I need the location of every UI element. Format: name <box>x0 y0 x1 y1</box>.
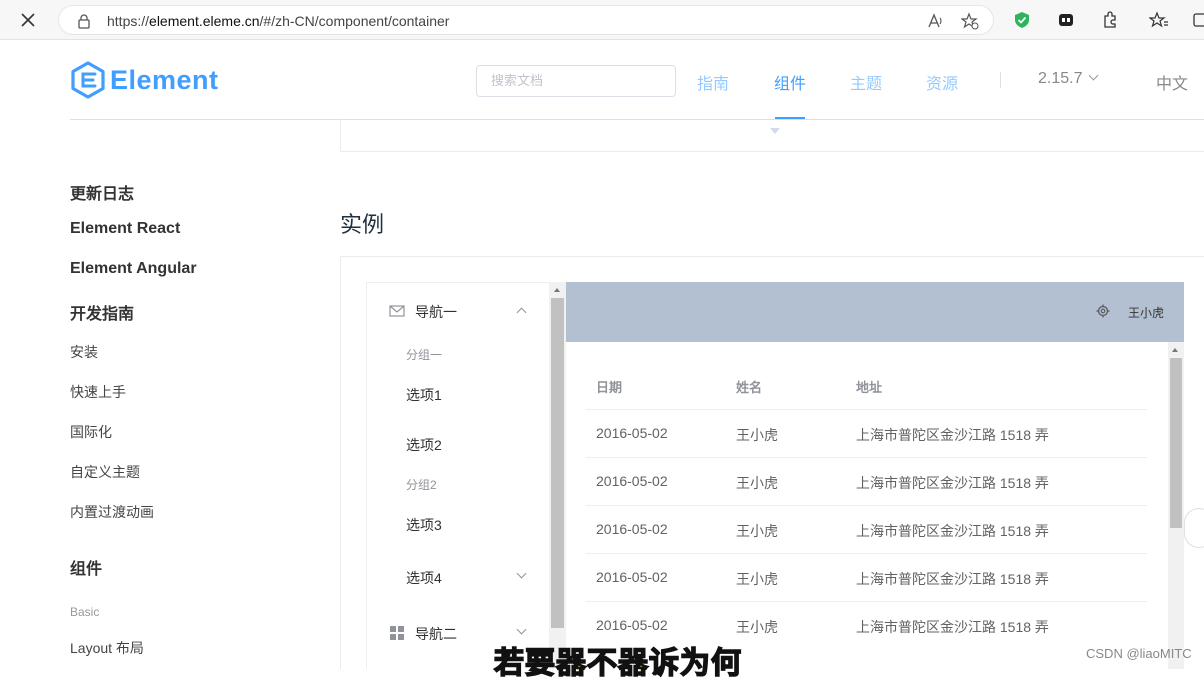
scroll-up-arrow-icon[interactable] <box>554 288 560 292</box>
cell-date: 2016-05-02 <box>596 425 668 441</box>
video-caption: 若要器不器诉为何 <box>493 646 742 681</box>
site-logo[interactable]: Element <box>70 61 219 99</box>
main-scroll-thumb[interactable] <box>1170 358 1182 528</box>
menu-item-option3[interactable]: 选项3 <box>406 515 442 535</box>
favorites-icon[interactable] <box>1149 10 1169 30</box>
sidebar-item-i18n[interactable]: 国际化 <box>70 422 112 442</box>
close-icon[interactable] <box>18 10 38 30</box>
submenu-option4[interactable]: 选项4 <box>406 568 442 588</box>
sidebar-item-element-react[interactable]: Element React <box>70 220 180 238</box>
collections-icon[interactable] <box>1192 10 1204 30</box>
element-logo-icon <box>71 61 105 99</box>
column-header-address: 地址 <box>856 380 883 395</box>
extensions-icon[interactable] <box>1100 10 1120 30</box>
cell-name: 王小虎 <box>736 571 778 587</box>
logo-text: Element <box>110 64 219 95</box>
submenu-nav1[interactable]: 导航一 <box>415 302 457 322</box>
version-dropdown[interactable]: 2.15.7 <box>1038 70 1099 88</box>
nav-theme[interactable]: 主题 <box>850 70 882 94</box>
cell-date: 2016-05-02 <box>596 569 668 585</box>
menu-grid-icon <box>390 626 404 640</box>
url-path: /#/zh-CN/component/container <box>259 13 450 29</box>
url-text[interactable]: https://element.eleme.cn/#/zh-CN/compone… <box>107 13 449 29</box>
address-bar[interactable]: https://element.eleme.cn/#/zh-CN/compone… <box>58 5 994 35</box>
nav-resource[interactable]: 资源 <box>926 70 958 94</box>
sidebar-item-custom-theme[interactable]: 自定义主题 <box>70 462 140 482</box>
section-title: 实例 <box>340 212 385 237</box>
menu-item-option2[interactable]: 选项2 <box>406 435 442 455</box>
sidebar-item-element-angular[interactable]: Element Angular <box>70 260 197 278</box>
sidebar-item-layout[interactable]: Layout 布局 <box>70 638 144 658</box>
url-host: element.eleme.cn <box>149 13 260 29</box>
demo-aside-menu <box>366 282 566 669</box>
cell-address: 上海市普陀区金沙江路 1518 弄 <box>856 523 1049 539</box>
aside-scroll-thumb[interactable] <box>551 298 564 628</box>
scroll-up-arrow-icon[interactable] <box>1172 348 1178 352</box>
cell-name: 王小虎 <box>736 523 778 539</box>
site-header: Element 搜索文档 指南 组件 主题 资源 2.15.7 中文 <box>0 40 1204 120</box>
message-icon <box>389 305 405 317</box>
sidebar-group-basic: Basic <box>70 605 100 619</box>
header-username: 王小虎 <box>1127 306 1164 320</box>
table-row: 2016-05-02 王小虎 上海市普陀区金沙江路 1518 弄 <box>586 553 1147 601</box>
watermark: CSDN @liaoMITC <box>1086 646 1192 661</box>
version-label: 2.15.7 <box>1038 70 1083 87</box>
sidebar-item-install[interactable]: 安装 <box>70 342 98 362</box>
column-header-date: 日期 <box>596 380 623 395</box>
table-row: 2016-05-02 王小虎 上海市普陀区金沙江路 1518 弄 <box>586 409 1147 457</box>
cell-address: 上海市普陀区金沙江路 1518 弄 <box>856 619 1049 635</box>
sidebar-heading-dev-guide: 开发指南 <box>70 306 135 323</box>
column-header-name: 姓名 <box>736 380 763 395</box>
sidebar-item-transition[interactable]: 内置过渡动画 <box>70 502 154 522</box>
sidebar-item-changelog[interactable]: 更新日志 <box>70 180 134 204</box>
sidebar-heading-components: 组件 <box>70 561 103 578</box>
url-scheme: https:// <box>107 13 150 29</box>
cell-name: 王小虎 <box>736 475 778 491</box>
table-row: 2016-05-02 王小虎 上海市普陀区金沙江路 1518 弄 <box>586 457 1147 505</box>
menu-group-2: 分组2 <box>406 478 437 492</box>
cell-name: 王小虎 <box>736 619 778 635</box>
browser-toolbar: https://element.eleme.cn/#/zh-CN/compone… <box>0 0 1204 40</box>
cell-address: 上海市普陀区金沙江路 1518 弄 <box>856 571 1049 587</box>
language-label: 中文 <box>1156 76 1189 93</box>
menu-group-1: 分组一 <box>406 348 443 362</box>
shield-extension-icon[interactable] <box>1012 10 1032 30</box>
chevron-down-icon <box>1089 70 1099 81</box>
demo-header: 王小虎 <box>566 282 1184 342</box>
favorite-add-icon[interactable] <box>961 12 979 30</box>
table-row: 2016-05-02 王小虎 上海市普陀区金沙江路 1518 弄 <box>586 505 1147 553</box>
nav-divider <box>1000 72 1001 88</box>
cell-date: 2016-05-02 <box>596 473 668 489</box>
cell-date: 2016-05-02 <box>596 617 668 633</box>
expand-caret-icon[interactable] <box>770 128 780 134</box>
cell-name: 王小虎 <box>736 427 778 443</box>
previous-demo-block <box>340 119 1204 152</box>
cell-date: 2016-05-02 <box>596 521 668 537</box>
lock-icon[interactable] <box>77 13 91 29</box>
menu-item-option1[interactable]: 选项1 <box>406 385 442 405</box>
cell-address: 上海市普陀区金沙江路 1518 弄 <box>856 427 1049 443</box>
back-to-top-button[interactable] <box>1184 508 1204 548</box>
search-input[interactable]: 搜索文档 <box>476 65 676 97</box>
cell-address: 上海市普陀区金沙江路 1518 弄 <box>856 475 1049 491</box>
submenu-nav2[interactable]: 导航二 <box>415 624 457 644</box>
read-aloud-icon[interactable] <box>927 12 945 30</box>
nav-guide[interactable]: 指南 <box>697 70 729 94</box>
language-dropdown[interactable]: 中文 <box>1156 70 1188 94</box>
extension-app-icon[interactable] <box>1056 10 1076 30</box>
gear-icon[interactable] <box>1096 304 1110 318</box>
sidebar-item-quickstart[interactable]: 快速上手 <box>70 382 126 402</box>
nav-component[interactable]: 组件 <box>774 70 806 94</box>
